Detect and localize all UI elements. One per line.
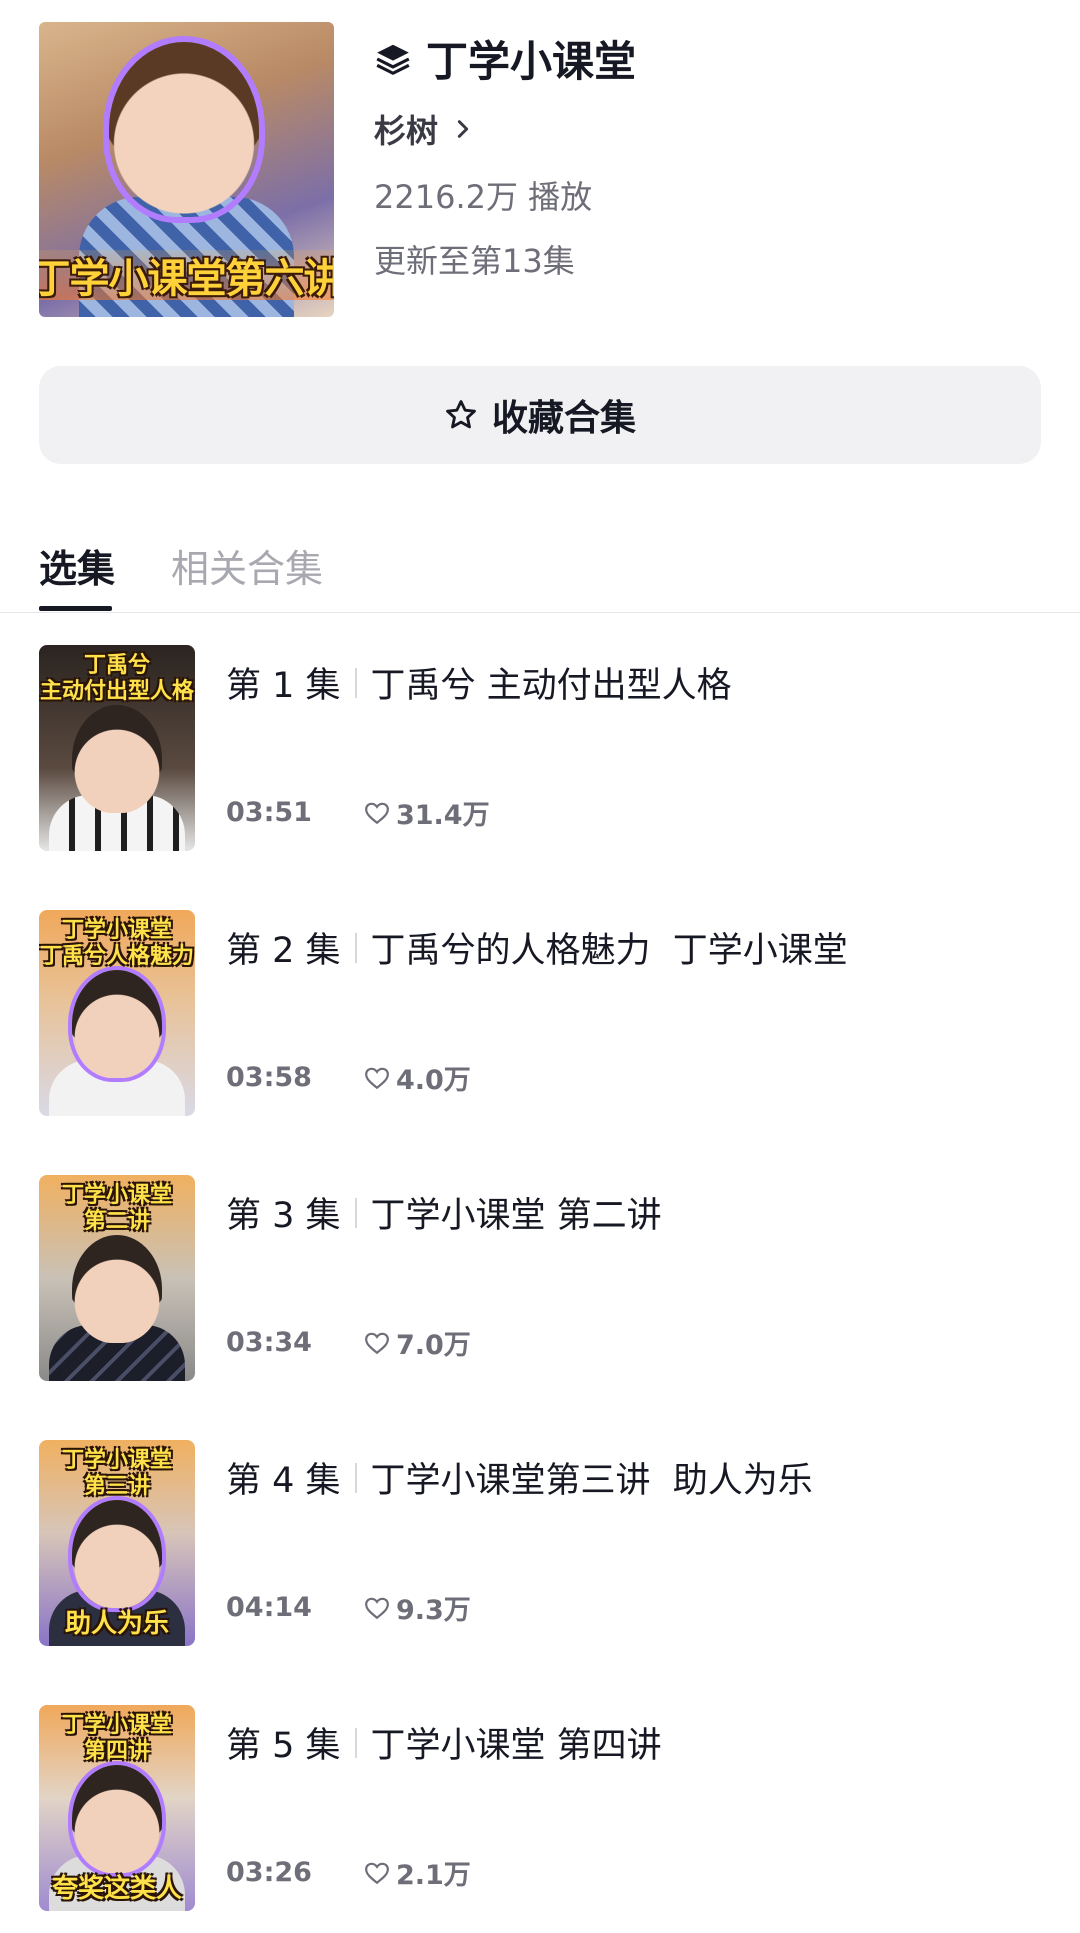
- cover-banner-text: 丁学小课堂第六讲: [39, 250, 334, 302]
- heart-outline-icon: [365, 802, 389, 824]
- episode-number: 第 5 集: [226, 1726, 341, 1766]
- episode-meta: 03:51 31.4万: [226, 793, 490, 832]
- episode-item[interactable]: 丁学小课堂 第四讲 夸奖这类人 第 5 集 丁学小课堂 第四讲 03:26 2.…: [39, 1705, 1041, 1911]
- thumbnail-caption: 丁禹兮 主动付出型人格: [39, 653, 194, 704]
- heart-outline-icon: [365, 1862, 389, 1884]
- divider: [354, 667, 357, 698]
- episode-title-row: 第 4 集 丁学小课堂第三讲 助人为乐: [226, 1452, 813, 1503]
- title-row: 丁学小课堂: [374, 28, 636, 89]
- tab-bar: 选集 相关合集: [0, 528, 1080, 613]
- divider: [354, 1462, 357, 1493]
- divider: [354, 1197, 357, 1228]
- layers-icon: [376, 44, 410, 75]
- divider: [354, 1727, 357, 1758]
- episode-meta: 03:26 2.1万: [226, 1853, 471, 1892]
- thumbnail-caption: 丁学小课堂 第四讲: [61, 1713, 172, 1764]
- divider: [354, 932, 357, 963]
- episode-likes: 7.0万: [395, 1330, 471, 1361]
- episode-thumbnail: 丁禹兮 主动付出型人格: [39, 645, 195, 851]
- episode-meta: 03:34 7.0万: [226, 1323, 471, 1362]
- episode-likes: 2.1万: [395, 1860, 471, 1891]
- active-tab-indicator: [39, 606, 112, 611]
- episode-thumbnail: 丁学小课堂 第三讲 助人为乐: [39, 1440, 195, 1646]
- thumbnail-caption: 丁学小课堂 第二讲: [61, 1183, 172, 1234]
- heart-outline-icon: [365, 1067, 389, 1089]
- episode-item[interactable]: 丁学小课堂 第三讲 助人为乐 第 4 集 丁学小课堂第三讲 助人为乐 04:14…: [39, 1440, 1041, 1646]
- collection-header: 丁学小课堂第六讲 丁学小课堂 杉树 2216.2万 播放 更新至第13集: [39, 22, 1039, 318]
- thumbnail-bottom-caption: 夸奖这类人: [51, 1874, 182, 1904]
- update-status: 更新至第13集: [374, 242, 575, 280]
- play-count: 2216.2万 播放: [374, 178, 593, 216]
- collect-label: 收藏合集: [491, 398, 636, 439]
- episode-number: 第 2 集: [226, 931, 341, 971]
- episode-thumbnail: 丁学小课堂 第四讲 夸奖这类人: [39, 1705, 195, 1911]
- collect-collection-button[interactable]: 收藏合集: [39, 366, 1041, 464]
- thumbnail-caption: 丁学小课堂 第三讲: [61, 1448, 172, 1499]
- episode-likes: 4.0万: [395, 1065, 471, 1096]
- thumbnail-caption: 丁学小课堂 丁禹兮人格魅力: [39, 918, 194, 969]
- collection-title: 丁学小课堂: [426, 37, 637, 86]
- episode-title-row: 第 2 集 丁禹兮的人格魅力 丁学小课堂: [226, 922, 848, 973]
- episode-item[interactable]: 丁学小课堂 丁禹兮人格魅力 第 2 集 丁禹兮的人格魅力 丁学小课堂 03:58…: [39, 910, 1041, 1116]
- author-name: 杉树: [374, 112, 439, 150]
- episode-thumbnail: 丁学小课堂 第二讲: [39, 1175, 195, 1381]
- episode-item[interactable]: 丁学小课堂 第二讲 第 3 集 丁学小课堂 第二讲 03:34 7.0万: [39, 1175, 1041, 1381]
- episode-duration: 03:58: [226, 1062, 312, 1093]
- thumbnail-bottom-caption: 助人为乐: [64, 1609, 169, 1639]
- episode-title-row: 第 5 集 丁学小课堂 第四讲: [226, 1717, 662, 1768]
- author-link[interactable]: 杉树: [374, 106, 474, 152]
- episode-duration: 03:34: [226, 1327, 312, 1358]
- tab-episodes[interactable]: 选集: [39, 538, 115, 593]
- heart-outline-icon: [365, 1597, 389, 1619]
- tab-related-collections[interactable]: 相关合集: [171, 538, 323, 593]
- episode-number: 第 1 集: [226, 666, 341, 706]
- episode-likes: 9.3万: [395, 1595, 471, 1626]
- chevron-right-icon: [457, 120, 469, 138]
- episode-title: 丁禹兮的人格魅力 丁学小课堂: [370, 931, 848, 971]
- episode-likes: 31.4万: [395, 800, 490, 831]
- episode-title-row: 第 3 集 丁学小课堂 第二讲: [226, 1187, 662, 1238]
- heart-outline-icon: [365, 1332, 389, 1354]
- episode-title: 丁学小课堂 第四讲: [370, 1726, 662, 1766]
- episode-number: 第 3 集: [226, 1196, 341, 1236]
- episode-item[interactable]: 丁禹兮 主动付出型人格 第 1 集 丁禹兮 主动付出型人格 03:51 31.4…: [39, 645, 1041, 851]
- star-outline-icon: [446, 400, 476, 429]
- episode-title: 丁学小课堂 第二讲: [370, 1196, 662, 1236]
- cover-portrait: [109, 42, 259, 217]
- episode-duration: 03:51: [226, 797, 312, 828]
- episode-duration: 03:26: [226, 1857, 312, 1888]
- episode-title-row: 第 1 集 丁禹兮 主动付出型人格: [226, 657, 732, 708]
- episode-duration: 04:14: [226, 1592, 312, 1623]
- episode-meta: 03:58 4.0万: [226, 1058, 471, 1097]
- episode-title: 丁禹兮 主动付出型人格: [370, 666, 732, 706]
- episode-title: 丁学小课堂第三讲 助人为乐: [370, 1461, 813, 1501]
- collection-cover[interactable]: 丁学小课堂第六讲: [39, 22, 334, 317]
- episode-thumbnail: 丁学小课堂 丁禹兮人格魅力: [39, 910, 195, 1116]
- episode-meta: 04:14 9.3万: [226, 1588, 471, 1627]
- episode-number: 第 4 集: [226, 1461, 341, 1501]
